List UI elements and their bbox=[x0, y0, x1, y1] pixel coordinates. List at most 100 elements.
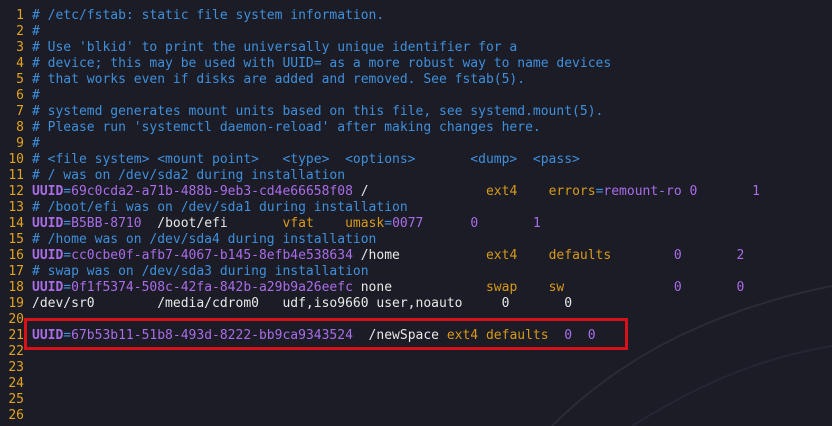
code-line[interactable]: 16 UUID=cc0cbe0f-afb7-4067-b145-8efb4e538… bbox=[0, 248, 744, 264]
line-number: 24 bbox=[8, 376, 24, 391]
comment-text: # /home was on /dev/sda4 during installa… bbox=[32, 232, 377, 247]
comment-text: # / was on /dev/sda2 during installation bbox=[32, 168, 346, 183]
uuid-key: UUID bbox=[32, 184, 64, 199]
code-line[interactable]: 8 # Please run 'systemctl daemon-reload' … bbox=[0, 120, 541, 136]
code-line[interactable]: 11 # / was on /dev/sda2 during installati… bbox=[0, 168, 345, 184]
dump-value: 0 bbox=[548, 328, 573, 343]
equals-sign: = bbox=[63, 184, 72, 199]
dump-value: 0 bbox=[564, 280, 682, 295]
uuid-key: UUID bbox=[32, 248, 64, 263]
uuid-value: 67b53b11-51b8-493d-8222-bb9ca9343524 bbox=[71, 328, 353, 343]
line-number: 22 bbox=[8, 344, 24, 359]
option-value: 0077 bbox=[392, 216, 424, 231]
mount-options: sw bbox=[548, 280, 565, 295]
code-line[interactable]: 1 # /etc/fstab: static file system inform… bbox=[0, 8, 384, 24]
fs-type: ext4 bbox=[485, 184, 518, 199]
uuid-value: 69c0cda2-a71b-488b-9eb3-cd4e66658f08 bbox=[71, 184, 353, 199]
line-number: 25 bbox=[8, 392, 24, 407]
code-line[interactable]: 22 bbox=[0, 344, 32, 360]
pass-value: 0 bbox=[681, 280, 745, 295]
fs-type: vfat bbox=[282, 216, 314, 231]
line-number: 12 bbox=[8, 184, 24, 199]
uuid-key: UUID bbox=[32, 216, 64, 231]
plain-text: /dev/sr0 /media/cdrom0 udf,iso9660 user,… bbox=[32, 296, 573, 311]
dump-value: 0 bbox=[611, 248, 682, 263]
comment-text: # Use 'blkid' to print the universally u… bbox=[32, 40, 518, 55]
line-number: 14 bbox=[8, 216, 24, 231]
line-number: 8 bbox=[16, 120, 24, 135]
code-line[interactable]: 26 bbox=[0, 408, 32, 424]
line-number: 15 bbox=[8, 232, 24, 247]
comment-text: # /boot/efi was on /dev/sda1 during inst… bbox=[32, 200, 408, 215]
line-number: 21 bbox=[8, 328, 24, 343]
uuid-value: B5BB-8710 bbox=[71, 216, 142, 231]
code-line[interactable]: 12 UUID=69c0cda2-a71b-488b-9eb3-cd4e66658… bbox=[0, 184, 760, 200]
code-line[interactable]: 4 # device; this may be used with UUID= a… bbox=[0, 56, 611, 72]
mount-options: umask bbox=[345, 216, 385, 231]
separator bbox=[314, 216, 345, 231]
comment-text: # bbox=[32, 136, 40, 151]
pass-value: 1 bbox=[697, 184, 760, 199]
line-number: 4 bbox=[16, 56, 24, 71]
mount-point: / bbox=[352, 184, 486, 199]
code-line[interactable]: 5 # that works even if disks are added an… bbox=[0, 72, 525, 88]
code-line[interactable]: 3 # Use 'blkid' to print the universally … bbox=[0, 40, 517, 56]
equals-sign: = bbox=[63, 328, 72, 343]
mount-point: /boot/efi bbox=[141, 216, 283, 231]
code-line[interactable]: 25 bbox=[0, 392, 32, 408]
line-number: 16 bbox=[8, 248, 24, 263]
uuid-key: UUID bbox=[32, 328, 64, 343]
code-line[interactable]: 19/dev/sr0 /media/cdrom0 udf,iso9660 use… bbox=[0, 296, 572, 312]
line-number: 2 bbox=[16, 24, 24, 39]
line-number: 1 bbox=[16, 8, 24, 23]
code-line[interactable]: 15 # /home was on /dev/sda4 during instal… bbox=[0, 232, 376, 248]
pass-value: 1 bbox=[478, 216, 541, 231]
separator bbox=[478, 328, 486, 343]
code-line[interactable]: 18 UUID=0f1f5374-508c-42fa-842b-a29b9a26e… bbox=[0, 280, 744, 296]
line-number: 7 bbox=[16, 104, 24, 119]
pass-value: 0 bbox=[572, 328, 596, 343]
line-number: 6 bbox=[16, 88, 24, 103]
code-line[interactable]: 17 # swap was on /dev/sda3 during install… bbox=[0, 264, 369, 280]
text-editor[interactable]: 1 # /etc/fstab: static file system inform… bbox=[0, 0, 832, 426]
dump-value: 0 bbox=[681, 184, 698, 199]
line-number: 9 bbox=[16, 136, 24, 151]
pass-value: 2 bbox=[681, 248, 745, 263]
line-number: 3 bbox=[16, 40, 24, 55]
mount-options: defaults bbox=[485, 328, 549, 343]
code-line[interactable]: 10 # <file system> <mount point> <type> <… bbox=[0, 152, 580, 168]
equals-sign: = bbox=[63, 216, 72, 231]
code-line[interactable]: 7 # systemd generates mount units based o… bbox=[0, 104, 603, 120]
equals-sign: = bbox=[63, 248, 72, 263]
mount-options: errors bbox=[548, 184, 596, 199]
code-line[interactable]: 23 bbox=[0, 360, 32, 376]
line-number: 19 bbox=[8, 296, 24, 311]
line-number: 20 bbox=[8, 312, 24, 327]
uuid-value: 0f1f5374-508c-42fa-842b-a29b9a26eefc bbox=[71, 280, 353, 295]
comment-text: # swap was on /dev/sda3 during installat… bbox=[32, 264, 369, 279]
line-number: 10 bbox=[8, 152, 24, 167]
separator bbox=[517, 184, 548, 199]
code-line[interactable]: 14 UUID=B5BB-8710 /boot/efi vfat umask=00… bbox=[0, 216, 541, 232]
comment-text: # bbox=[32, 88, 40, 103]
code-line[interactable]: 6 # bbox=[0, 88, 40, 104]
code-line[interactable]: 21 UUID=67b53b11-51b8-493d-8222-bb9ca9343… bbox=[0, 328, 596, 344]
code-line[interactable]: 9 # bbox=[0, 136, 40, 152]
comment-text: # <file system> <mount point> <type> <op… bbox=[32, 152, 580, 167]
line-number: 11 bbox=[8, 168, 24, 183]
code-line[interactable]: 2 # bbox=[0, 24, 40, 40]
code-line[interactable]: 13 # /boot/efi was on /dev/sda1 during in… bbox=[0, 200, 408, 216]
code-line[interactable]: 20 bbox=[0, 312, 32, 328]
code-line[interactable]: 24 bbox=[0, 376, 32, 392]
comment-text: # that works even if disks are added and… bbox=[32, 72, 526, 87]
mount-point: /home bbox=[352, 248, 486, 263]
mount-point: none bbox=[352, 280, 486, 295]
equals-sign: = bbox=[63, 280, 72, 295]
comment-text: # bbox=[32, 24, 40, 39]
fs-type: ext4 bbox=[485, 248, 518, 263]
comment-text: # /etc/fstab: static file system informa… bbox=[32, 8, 385, 23]
line-number: 26 bbox=[8, 408, 24, 423]
comment-text: # Please run 'systemctl daemon-reload' a… bbox=[32, 120, 541, 135]
mount-point: /newSpace bbox=[352, 328, 447, 343]
comment-text: # device; this may be used with UUID= as… bbox=[32, 56, 612, 71]
